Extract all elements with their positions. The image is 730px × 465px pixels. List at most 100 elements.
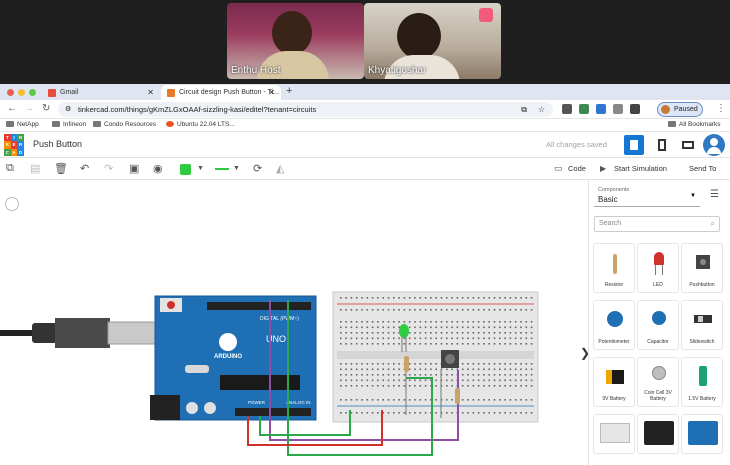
component-label: Resistor xyxy=(604,282,624,288)
arduino-icon xyxy=(688,421,718,445)
minimize-window-icon[interactable] xyxy=(18,89,25,96)
send-to-button[interactable]: Send To xyxy=(689,164,716,173)
chevron-down-icon[interactable]: ▼ xyxy=(233,165,240,172)
pushbutton-icon xyxy=(694,252,712,276)
extension-icon[interactable] xyxy=(613,104,623,114)
power-label: POWER xyxy=(248,400,266,405)
tab-tinkercad[interactable]: Circuit design Push Button - Ti... ✕ xyxy=(161,85,281,100)
component-coin-cell[interactable]: Coin Cell 3V Battery xyxy=(637,357,679,407)
maximize-window-icon[interactable] xyxy=(29,89,36,96)
all-bookmarks[interactable]: All Bookmarks xyxy=(668,121,721,128)
chevron-down-icon[interactable]: ▼ xyxy=(197,165,204,172)
code-icon[interactable]: ▭ xyxy=(554,163,563,174)
flip-icon[interactable]: ◭ xyxy=(276,162,284,175)
component-led[interactable]: LED xyxy=(637,243,679,293)
undo-icon[interactable]: ↶ xyxy=(80,162,89,175)
participant-tile-guest[interactable]: Khyatigoshar xyxy=(364,3,501,79)
site-info-icon[interactable]: ⚙ xyxy=(65,102,71,117)
logo-tile: R xyxy=(17,141,24,149)
component-slideswitch[interactable]: Slideswitch xyxy=(681,300,723,350)
close-tab-icon[interactable]: ✕ xyxy=(147,85,154,100)
save-status: All changes saved xyxy=(546,140,607,149)
capacitor-a xyxy=(186,402,198,414)
power-analog-header xyxy=(235,408,311,416)
wire-color-swatch[interactable] xyxy=(180,164,191,175)
circuit-view-icon[interactable] xyxy=(624,135,644,155)
component-list-icon[interactable] xyxy=(678,135,698,155)
tinkercad-logo[interactable]: TIN KER CAD xyxy=(4,134,24,156)
project-title[interactable]: Push Button xyxy=(33,139,82,149)
bookmark-label: Condo Resources xyxy=(104,121,157,128)
bookmark-item[interactable]: Infineon xyxy=(52,121,86,128)
bookmark-label: NetApp xyxy=(17,121,39,128)
component-9v-battery[interactable]: 9V Battery xyxy=(593,357,635,407)
component-label: 1.5V Battery xyxy=(688,396,716,402)
component-microbit[interactable] xyxy=(637,414,679,454)
extension-icon[interactable] xyxy=(562,104,572,114)
component-arduino[interactable] xyxy=(681,414,723,454)
analog-label: ANALOG IN xyxy=(286,400,311,405)
components-panel: Components Basic ▼ ☰ Search ⌕ Resistor L… xyxy=(588,180,730,465)
arduino-brand-text: ARDUINO xyxy=(214,354,242,360)
bookmark-item[interactable]: Condo Resources xyxy=(93,121,156,128)
paste-icon[interactable]: ▤ xyxy=(30,162,40,175)
redo-icon[interactable]: ↷ xyxy=(104,162,113,175)
bookmark-item[interactable]: NetApp xyxy=(6,121,39,128)
back-icon[interactable]: ← xyxy=(7,103,17,114)
extensions-puzzle-icon[interactable] xyxy=(630,104,640,114)
extension-icon[interactable] xyxy=(596,104,606,114)
delete-icon[interactable]: 🗑 xyxy=(54,162,68,175)
close-window-icon[interactable] xyxy=(7,89,14,96)
components-dropdown[interactable]: Components Basic ▼ xyxy=(594,185,700,207)
dc-jack xyxy=(150,395,180,420)
folder-icon xyxy=(93,121,101,127)
logo-tile: I xyxy=(10,134,18,142)
play-icon[interactable]: ▶ xyxy=(600,164,606,173)
bookmarks-bar: NetApp Infineon Condo Resources Ubuntu 2… xyxy=(0,119,730,132)
forward-icon[interactable]: → xyxy=(24,103,34,114)
menu-kebab-icon[interactable]: ⋮ xyxy=(716,103,726,114)
circuit-canvas[interactable]: DIGITAL (PWM~) ARDUINO UNO POWER ANALOG … xyxy=(0,180,588,465)
notes-icon[interactable]: ▣ xyxy=(129,162,139,175)
install-app-icon[interactable]: ⧉ xyxy=(521,102,527,117)
circuit-workspace[interactable]: DIGITAL (PWM~) ARDUINO UNO POWER ANALOG … xyxy=(0,180,588,465)
component-resistor[interactable]: Resistor xyxy=(593,243,635,293)
component-15v-battery[interactable]: 1.5V Battery xyxy=(681,357,723,407)
folder-icon xyxy=(52,121,60,127)
new-tab-icon[interactable]: + xyxy=(286,85,292,97)
component-capacitor[interactable]: Capacitor xyxy=(637,300,679,350)
component-search-input[interactable]: Search ⌕ xyxy=(594,216,720,232)
user-avatar[interactable] xyxy=(703,134,725,156)
component-label: Coin Cell 3V Battery xyxy=(644,390,672,402)
panel-toggle-icon[interactable]: ❯ xyxy=(580,346,588,360)
close-tab-icon[interactable]: ✕ xyxy=(268,85,275,100)
component-pushbutton[interactable]: Pushbutton xyxy=(681,243,723,293)
tab-gmail[interactable]: Gmail ✕ xyxy=(42,85,160,100)
code-button[interactable]: Code xyxy=(568,164,586,173)
extension-icon[interactable] xyxy=(579,104,589,114)
rotate-icon[interactable]: ⟳ xyxy=(253,162,262,175)
start-simulation-button[interactable]: Start Simulation xyxy=(614,164,667,173)
list-view-icon[interactable]: ☰ xyxy=(710,189,719,200)
participant-tile-host[interactable]: Enthu Host xyxy=(227,3,364,79)
resistor-pulldown xyxy=(455,388,460,404)
wire-type-swatch[interactable] xyxy=(215,168,229,170)
video-call-strip: Enthu Host Khyatigoshar xyxy=(0,0,730,84)
copy-icon[interactable]: ⧉ xyxy=(6,162,14,175)
component-breadboard-small[interactable] xyxy=(593,414,635,454)
reload-icon[interactable]: ↻ xyxy=(42,103,50,114)
bookmark-item[interactable]: Ubuntu 22.04 LTS... xyxy=(166,121,235,128)
visibility-icon[interactable]: ◉ xyxy=(153,162,163,175)
logo-tile: E xyxy=(10,141,18,149)
tinkercad-header: TIN KER CAD Push Button All changes save… xyxy=(0,132,730,158)
profile-button[interactable]: Paused xyxy=(657,102,703,117)
capacitor-b xyxy=(204,402,216,414)
component-potentiometer[interactable]: Potentiometer xyxy=(593,300,635,350)
components-value: Basic xyxy=(598,195,618,204)
url-field[interactable]: ⚙ tinkercad.com/things/gKmZLGxOAAf-sizzl… xyxy=(58,102,553,117)
bookmark-star-icon[interactable]: ☆ xyxy=(538,102,545,117)
resistor-icon xyxy=(606,252,624,276)
schematic-view-icon[interactable] xyxy=(652,135,672,155)
digital-pin-label: DIGITAL (PWM~) xyxy=(260,316,299,322)
search-placeholder: Search xyxy=(599,220,622,227)
